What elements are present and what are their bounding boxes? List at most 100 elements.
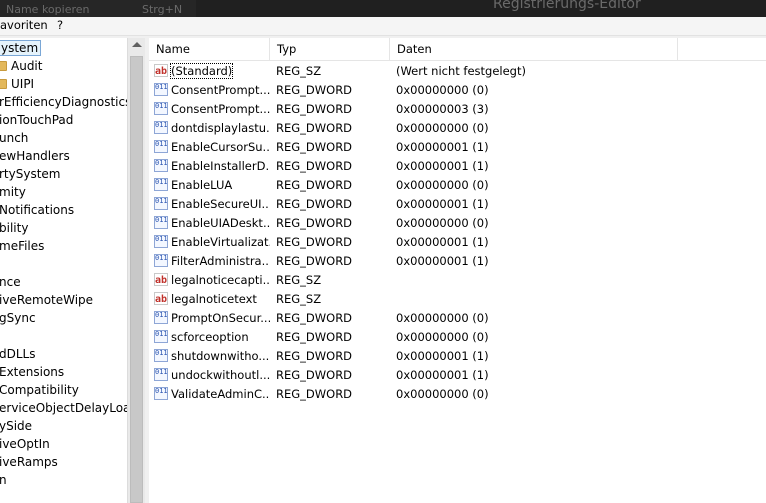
value-row[interactable]: 011 scforceoption REG_DWORD 0x00000000 (0) xyxy=(149,328,766,347)
value-data: 0x00000000 (0) xyxy=(396,330,489,344)
value-name: EnableInstallerD... xyxy=(171,159,270,173)
value-row[interactable]: 011 EnableInstallerD... REG_DWORD 0x0000000… xyxy=(149,157,766,176)
value-type: REG_DWORD xyxy=(276,159,353,173)
value-type: REG_DWORD xyxy=(276,349,353,363)
binary-value-icon: 011 xyxy=(154,178,168,191)
binary-value-icon: 011 xyxy=(154,216,168,229)
value-type: REG_DWORD xyxy=(276,387,353,401)
value-type: REG_DWORD xyxy=(276,178,353,192)
scroll-thumb[interactable] xyxy=(130,56,143,503)
column-header-data[interactable]: Daten xyxy=(390,38,678,60)
tree-item[interactable]: iveRamps xyxy=(0,453,58,471)
binary-value-icon: 011 xyxy=(154,235,168,248)
tree-item[interactable]: unch xyxy=(0,129,28,147)
value-row[interactable]: ab legalnoticetext REG_SZ xyxy=(149,290,766,309)
value-row[interactable]: 011 dontdisplaylastu... REG_DWORD 0x0000000… xyxy=(149,119,766,138)
value-name-cell: 011 ValidateAdminC... xyxy=(154,385,270,404)
value-row[interactable]: 011 ValidateAdminC... REG_DWORD 0x00000000 … xyxy=(149,385,766,404)
tree-item-label: rEfficiencyDiagnostics xyxy=(0,95,127,109)
tree-item-label: dDLLs xyxy=(0,347,36,361)
value-row[interactable]: 011 EnableLUA REG_DWORD 0x00000000 (0) xyxy=(149,176,766,195)
tree-item[interactable]: n xyxy=(0,471,7,489)
tree-item[interactable]: rEfficiencyDiagnostics xyxy=(0,93,127,111)
tree-item[interactable]: gSync xyxy=(0,309,36,327)
tree-item-label: ionTouchPad xyxy=(0,113,74,127)
tree-item[interactable]: Compatibility xyxy=(0,381,79,399)
value-name-cell: 011 FilterAdministra... xyxy=(154,252,270,271)
value-row[interactable]: 011 FilterAdministra... REG_DWORD 0x0000000… xyxy=(149,252,766,271)
tree-item-label: ystem xyxy=(0,40,42,56)
column-header-type[interactable]: Typ xyxy=(270,38,390,60)
binary-value-icon: 011 xyxy=(154,102,168,115)
tree-item[interactable]: ystem xyxy=(0,39,42,57)
value-row[interactable]: 011 PromptOnSecur... REG_DWORD 0x00000000 (… xyxy=(149,309,766,328)
value-name: shutdownwitho... xyxy=(171,349,270,363)
tree-item[interactable]: Audit xyxy=(0,57,42,75)
tree-item[interactable]: ewHandlers xyxy=(0,147,70,165)
binary-value-icon: 011 xyxy=(154,368,168,381)
tree-item-label: n xyxy=(0,473,7,487)
value-name: scforceoption xyxy=(171,330,249,344)
tree-item-label: Notifications xyxy=(0,203,75,217)
tree-item[interactable]: meFiles xyxy=(0,237,44,255)
value-row[interactable]: ab (Standard) REG_SZ (Wert nicht festgelegt… xyxy=(149,62,766,81)
list-header: Name Typ Daten xyxy=(149,38,766,61)
value-row[interactable]: 011 EnableCursorSu... REG_DWORD 0x00000001 … xyxy=(149,138,766,157)
tree-item[interactable]: Notifications xyxy=(0,201,74,219)
value-data: 0x00000001 (1) xyxy=(396,254,489,268)
value-name-cell: 011 EnableUIADeskt... xyxy=(154,214,270,233)
tree-item[interactable]: mity xyxy=(0,183,26,201)
tree-item-label: mity xyxy=(0,185,26,199)
value-row[interactable]: 011 EnableVirtualizat... REG_DWORD 0x000000… xyxy=(149,233,766,252)
column-header-name[interactable]: Name xyxy=(149,38,270,60)
tree-item[interactable]: ionTouchPad xyxy=(0,111,73,129)
value-type: REG_DWORD xyxy=(276,216,353,230)
tree-item[interactable]: Extensions xyxy=(0,363,64,381)
tree-item[interactable]: UIPI xyxy=(0,75,34,93)
value-data: 0x00000000 (0) xyxy=(396,121,489,135)
tree-vertical-scrollbar[interactable] xyxy=(127,38,145,503)
tree-item[interactable]: erviceObjectDelayLoad xyxy=(0,399,127,417)
value-row[interactable]: 011 shutdownwitho... REG_DWORD 0x00000001 (… xyxy=(149,347,766,366)
value-data: 0x00000000 (0) xyxy=(396,387,489,401)
value-type: REG_DWORD xyxy=(276,254,353,268)
binary-value-icon: 011 xyxy=(154,349,168,362)
tree-item[interactable]: dDLLs xyxy=(0,345,35,363)
value-name-cell: 011 EnableLUA xyxy=(154,176,270,195)
tree-item-label: iveOptIn xyxy=(0,437,50,451)
value-name: dontdisplaylastu... xyxy=(171,121,270,135)
tree-item[interactable]: ySide xyxy=(0,417,32,435)
tree-item[interactable]: bility xyxy=(0,219,28,237)
tree-item[interactable]: iveRemoteWipe xyxy=(0,291,93,309)
value-type: REG_DWORD xyxy=(276,330,353,344)
menu-favorites[interactable]: avoriten xyxy=(0,18,48,32)
value-name-cell: ab (Standard) xyxy=(154,62,270,81)
tree-item-label: meFiles xyxy=(0,239,45,253)
string-value-icon: ab xyxy=(154,64,168,77)
tree-item[interactable]: iveOptIn xyxy=(0,435,50,453)
string-value-icon: ab xyxy=(154,273,168,286)
binary-value-icon: 011 xyxy=(154,159,168,172)
value-row[interactable]: 011 EnableSecureUI... REG_DWORD 0x00000001 … xyxy=(149,195,766,214)
value-row[interactable]: 011 undockwithoutl... REG_DWORD 0x00000001 … xyxy=(149,366,766,385)
value-row[interactable]: 011 EnableUIADeskt... REG_DWORD 0x00000000 … xyxy=(149,214,766,233)
value-row[interactable]: 011 ConsentPrompt... REG_DWORD 0x00000000 (… xyxy=(149,81,766,100)
faded-context-menu: Name kopieren Strg+N xyxy=(0,0,196,17)
value-row[interactable]: 011 ConsentPrompt... REG_DWORD 0x00000003 (… xyxy=(149,100,766,119)
scroll-up-arrow-icon[interactable] xyxy=(132,42,142,47)
menu-help[interactable]: ? xyxy=(57,18,63,32)
value-name-cell: 011 dontdisplaylastu... xyxy=(154,119,270,138)
tree-item-label: iveRemoteWipe xyxy=(0,293,94,307)
tree-item[interactable]: rtySystem xyxy=(0,165,61,183)
tree-item-label: ewHandlers xyxy=(0,149,70,163)
value-name: undockwithoutl... xyxy=(171,368,270,382)
value-list[interactable]: Name Typ Daten ab (Standard) REG_SZ (Wert n… xyxy=(149,38,766,503)
key-tree[interactable]: ystem Audit UIPI rEfficiencyDiagnostics ionT… xyxy=(0,38,127,503)
value-data: (Wert nicht festgelegt) xyxy=(396,64,526,78)
tree-item[interactable]: nce xyxy=(0,273,21,291)
value-type: REG_DWORD xyxy=(276,140,353,154)
value-name: EnableVirtualizat... xyxy=(171,235,270,249)
value-name: ConsentPrompt... xyxy=(171,102,270,116)
binary-value-icon: 011 xyxy=(154,121,168,134)
value-row[interactable]: ab legalnoticecapti... REG_SZ xyxy=(149,271,766,290)
